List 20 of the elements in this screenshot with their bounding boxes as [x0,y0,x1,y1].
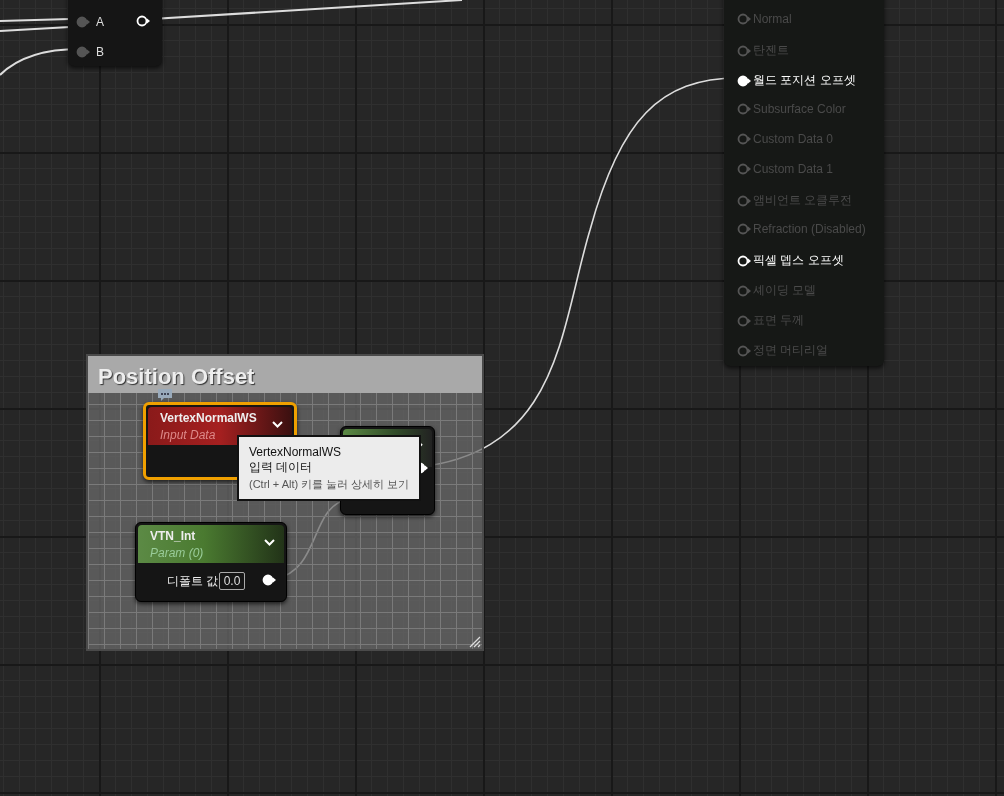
pin-icon[interactable] [737,254,751,267]
value-field[interactable]: 0.0 [219,572,245,590]
node-title: VertexNormalWS [160,411,258,425]
field-label: 디폴트 값 [167,573,219,590]
node-title: VTN_Int [150,529,197,543]
pin-label: 픽셀 뎁스 오프셋 [753,252,844,269]
node-subtitle: Param (0) [150,546,205,560]
pin-label: 월드 포지션 오프셋 [753,72,856,89]
param-node[interactable]: VTN_Int Param (0) 디폴트 값 0.0 [135,522,287,602]
pin-icon[interactable] [737,74,751,87]
tooltip-hint: (Ctrl + Alt) 키를 눌러 상세히 보기 [249,477,410,492]
pin-icon[interactable] [262,574,276,586]
pin-label: A [96,15,104,29]
pin-label: B [96,45,104,59]
chevron-icon[interactable] [264,539,275,546]
comment-icon[interactable] [157,388,173,402]
node-subtitle: Input Data [160,428,217,442]
resize-grip-icon[interactable] [469,636,481,648]
pin-icon[interactable] [136,15,150,27]
chevron-icon[interactable] [272,421,283,428]
